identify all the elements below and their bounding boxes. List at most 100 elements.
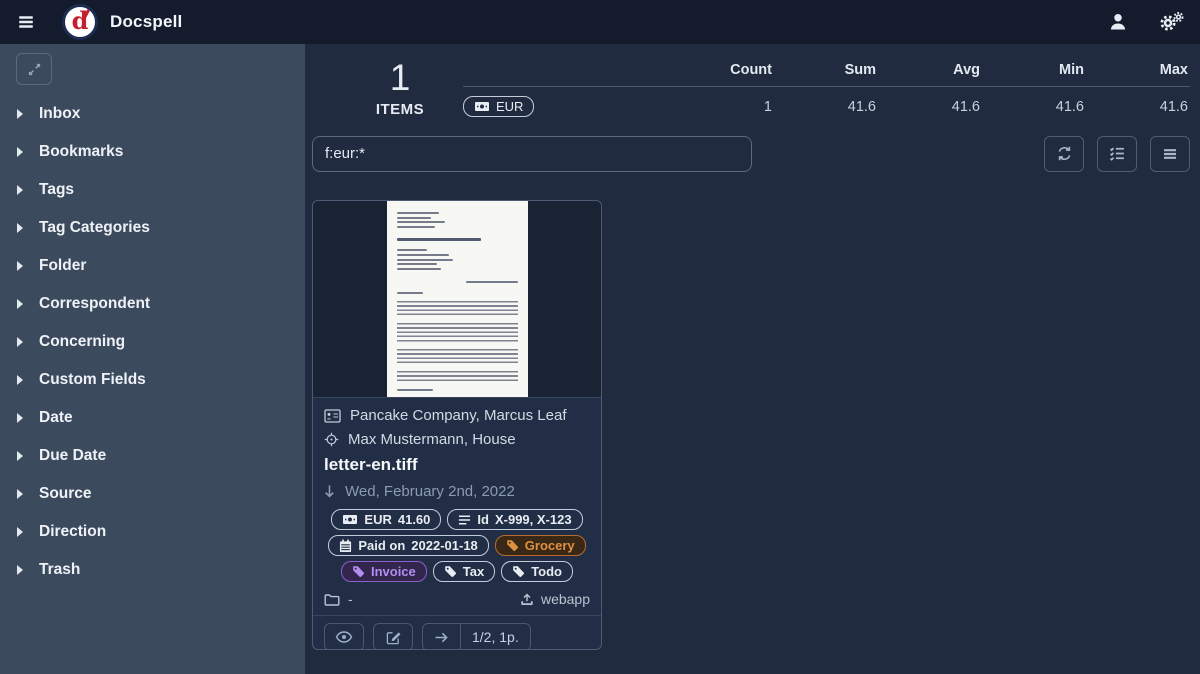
search-bar: [305, 118, 1200, 172]
caret-right-icon: [16, 298, 24, 310]
tag-badge-grocery[interactable]: Grocery: [495, 535, 586, 556]
stats-col-count: Count: [670, 62, 774, 78]
items-count-block: 1 ITEMS: [345, 58, 455, 118]
caret-right-icon: [16, 412, 24, 424]
tag-icon: [506, 539, 519, 552]
preview-eye-button[interactable]: [324, 623, 364, 650]
app-title: Docspell: [110, 12, 182, 32]
refresh-button[interactable]: [1044, 136, 1084, 172]
banknote-icon: [474, 100, 490, 113]
sidebar-item-direction[interactable]: Direction: [0, 513, 305, 551]
tag-icon: [444, 565, 457, 578]
caret-right-icon: [16, 564, 24, 576]
list-lines-icon: [458, 514, 471, 526]
caret-right-icon: [16, 108, 24, 120]
items-count-number: 1: [345, 58, 455, 99]
caret-right-icon: [16, 374, 24, 386]
address-card-icon: [324, 409, 341, 423]
item-title[interactable]: letter-en.tiff: [324, 455, 590, 475]
sidebar-expand-button[interactable]: [16, 53, 52, 85]
currency-stats-table: Count Sum Avg Min Max EUR 1 41.6 41.6 41…: [463, 58, 1190, 117]
stats-col-max: Max: [1086, 62, 1190, 78]
sidebar: Inbox Bookmarks Tags Tag Categories Fold…: [0, 44, 305, 674]
letter-preview: [387, 201, 528, 397]
sidebar-item-tag-categories[interactable]: Tag Categories: [0, 209, 305, 247]
tag-badge-invoice[interactable]: Invoice: [341, 561, 427, 582]
caret-right-icon: [16, 336, 24, 348]
tag-icon: [512, 565, 525, 578]
sidebar-item-correspondent[interactable]: Correspondent: [0, 285, 305, 323]
user-icon[interactable]: [1108, 12, 1128, 32]
sidebar-item-custom-fields[interactable]: Custom Fields: [0, 361, 305, 399]
item-date-line: Wed, February 2nd, 2022: [324, 483, 590, 500]
caret-right-icon: [16, 222, 24, 234]
sidebar-item-date[interactable]: Date: [0, 399, 305, 437]
stats-col-sum: Sum: [774, 62, 878, 78]
caret-right-icon: [16, 526, 24, 538]
card-footer: 1/2, 1p.: [313, 615, 601, 650]
stats-header-row: Count Sum Avg Min Max: [463, 58, 1190, 87]
banknote-icon: [342, 513, 358, 526]
correspondent-text: Pancake Company, Marcus Leaf: [350, 407, 567, 424]
sidebar-item-folder[interactable]: Folder: [0, 247, 305, 285]
edit-button[interactable]: [373, 623, 413, 650]
sidebar-item-bookmarks[interactable]: Bookmarks: [0, 133, 305, 171]
processing-gears-icon[interactable]: [1158, 11, 1184, 33]
sidebar-item-tags[interactable]: Tags: [0, 171, 305, 209]
paid-on-badge[interactable]: Paid on 2022-01-18: [328, 535, 488, 556]
tag-icon: [352, 565, 365, 578]
folder-icon: [324, 593, 340, 606]
open-detail-group: 1/2, 1p.: [422, 623, 531, 650]
tag-badge-todo[interactable]: Todo: [501, 561, 573, 582]
caret-right-icon: [16, 450, 24, 462]
caret-right-icon: [16, 146, 24, 158]
upload-icon: [520, 592, 534, 606]
view-options-button[interactable]: [1097, 136, 1137, 172]
concerning-line: Max Mustermann, House: [324, 431, 590, 448]
sidebar-item-concerning[interactable]: Concerning: [0, 323, 305, 361]
calendar-icon: [339, 539, 352, 553]
card-body: Pancake Company, Marcus Leaf Max Musterm…: [313, 398, 601, 607]
source-value: webapp: [541, 591, 590, 607]
caret-right-icon: [16, 260, 24, 272]
goto-detail-arrow-button[interactable]: [423, 624, 460, 650]
correspondent-line: Pancake Company, Marcus Leaf: [324, 407, 590, 424]
tag-badge-tax[interactable]: Tax: [433, 561, 495, 582]
menu-bars-icon[interactable]: [16, 13, 36, 31]
sidebar-item-source[interactable]: Source: [0, 475, 305, 513]
stats-col-min: Min: [982, 62, 1086, 78]
stats-section: 1 ITEMS Count Sum Avg Min Max EUR 1: [305, 44, 1200, 118]
caret-right-icon: [16, 488, 24, 500]
sidebar-item-trash[interactable]: Trash: [0, 551, 305, 589]
custom-field-id-badge[interactable]: Id X-999, X-123: [447, 509, 582, 530]
stats-value-row: EUR 1 41.6 41.6 41.6 41.6: [463, 87, 1190, 117]
menu-list-button[interactable]: [1150, 136, 1190, 172]
stat-min-value: 41.6: [982, 99, 1086, 115]
caret-right-icon: [16, 184, 24, 196]
item-card[interactable]: Pancake Company, Marcus Leaf Max Musterm…: [312, 200, 602, 650]
docspell-logo[interactable]: d: [62, 4, 98, 40]
attachment-pages-label[interactable]: 1/2, 1p.: [460, 624, 530, 650]
main-content: 1 ITEMS Count Sum Avg Min Max EUR 1: [305, 44, 1200, 674]
stat-count-value: 1: [670, 99, 774, 115]
stat-max-value: 41.6: [1086, 99, 1190, 115]
top-navbar: d Docspell: [0, 0, 1200, 44]
stat-avg-value: 41.6: [878, 99, 982, 115]
items-count-label: ITEMS: [345, 101, 455, 118]
document-thumbnail[interactable]: [313, 201, 601, 398]
currency-badge: EUR: [463, 96, 534, 117]
stat-sum-value: 41.6: [774, 99, 878, 115]
crosshair-icon: [324, 432, 339, 447]
badge-list: EUR 41.60 Id X-999, X-123 Paid on 2022-0…: [324, 509, 590, 582]
arrow-down-icon: [324, 484, 335, 499]
concerning-text: Max Mustermann, House: [348, 431, 516, 448]
folder-source-line: - webapp: [324, 591, 590, 607]
sidebar-nav: Inbox Bookmarks Tags Tag Categories Fold…: [0, 95, 305, 589]
sidebar-item-due-date[interactable]: Due Date: [0, 437, 305, 475]
item-date: Wed, February 2nd, 2022: [345, 483, 515, 500]
stats-col-avg: Avg: [878, 62, 982, 78]
sidebar-item-inbox[interactable]: Inbox: [0, 95, 305, 133]
folder-value: -: [348, 591, 353, 607]
amount-badge[interactable]: EUR 41.60: [331, 509, 441, 530]
search-input[interactable]: [312, 136, 752, 172]
